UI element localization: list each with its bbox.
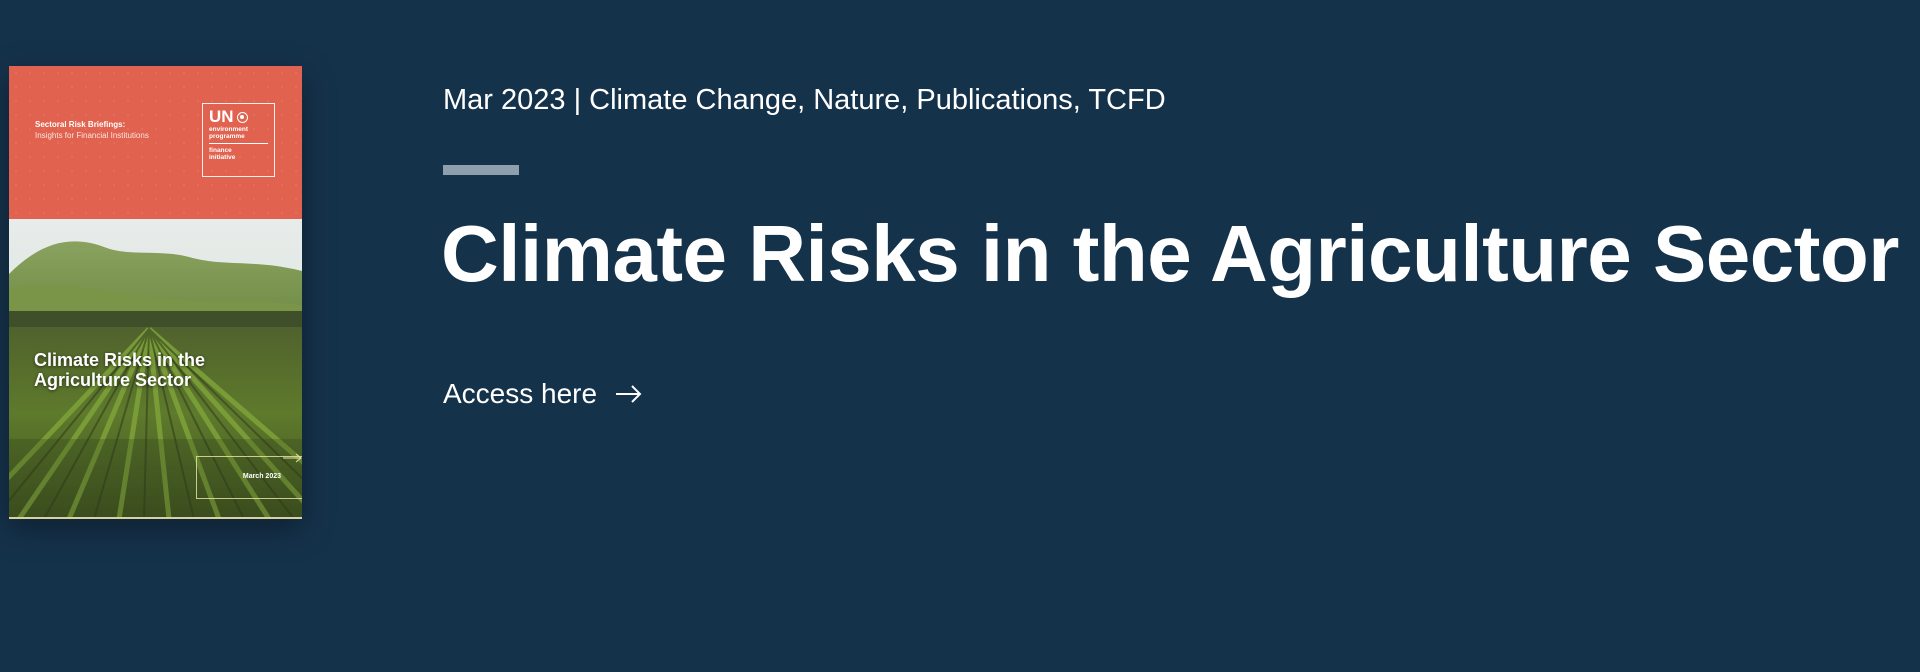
cover-date: March 2023	[242, 473, 281, 480]
cover-accent-line	[9, 517, 302, 519]
article-meta: Mar 2023 | Climate Change, Nature, Publi…	[443, 84, 1166, 116]
unep-fi-logo: UN environment programme finance initiat…	[202, 103, 275, 177]
cover-date-box: March 2023	[196, 453, 302, 499]
logo-divider	[209, 143, 268, 144]
logo-programme-text: environment programme	[209, 126, 249, 140]
logo-initiative-text: finance initiative	[209, 147, 236, 161]
title-divider	[443, 165, 519, 175]
logo-un-text: UN	[209, 107, 234, 126]
cover-series-label: Sectoral Risk Briefings: Insights for Fi…	[35, 119, 155, 141]
cover-series-subtitle: Insights for Financial Institutions	[35, 131, 149, 140]
access-here-label: Access here	[443, 378, 598, 409]
arrow-right-icon	[616, 385, 642, 403]
cover-series-title: Sectoral Risk Briefings:	[35, 120, 126, 129]
publication-cover[interactable]: Sectoral Risk Briefings: Insights for Fi…	[9, 66, 302, 519]
access-here-link[interactable]: Access here	[443, 374, 643, 414]
page-title: Climate Risks in the Agriculture Sector	[441, 209, 1899, 298]
cover-header: Sectoral Risk Briefings: Insights for Fi…	[9, 66, 302, 219]
cover-arrow-icon	[283, 453, 302, 463]
cover-title: Climate Risks in the Agriculture Sector	[34, 350, 206, 390]
un-emblem-icon	[236, 111, 248, 123]
